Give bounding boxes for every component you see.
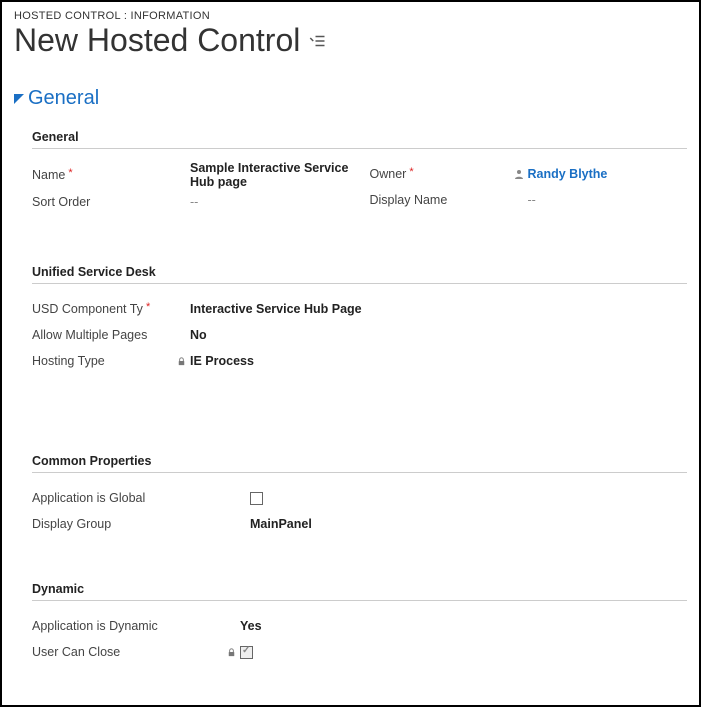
owner-label: Owner xyxy=(370,167,407,181)
general-subsection: General Name* Sample Interactive Service… xyxy=(14,130,687,215)
hosting-type-label: Hosting Type xyxy=(32,354,105,368)
app-global-field[interactable]: Application is Global xyxy=(32,485,687,511)
lock-icon xyxy=(172,356,190,367)
allow-multiple-field[interactable]: Allow Multiple Pages No xyxy=(32,322,687,348)
person-icon xyxy=(510,168,528,180)
allow-multiple-label: Allow Multiple Pages xyxy=(32,328,147,342)
display-group-label: Display Group xyxy=(32,517,111,531)
display-group-value: MainPanel xyxy=(250,517,687,531)
page-title: New Hosted Control xyxy=(14,22,300,59)
breadcrumb: HOSTED CONTROL : INFORMATION xyxy=(14,10,687,22)
display-group-field[interactable]: Display Group MainPanel xyxy=(32,511,687,537)
dynamic-subsection: Dynamic Application is Dynamic Yes User … xyxy=(14,582,687,665)
page-title-row: New Hosted Control xyxy=(14,22,687,59)
usd-component-field[interactable]: USD Component Ty* Interactive Service Hu… xyxy=(32,296,687,322)
sort-order-label: Sort Order xyxy=(32,195,90,209)
display-name-value: -- xyxy=(528,193,688,207)
owner-value[interactable]: Randy Blythe xyxy=(528,167,608,181)
form-selector-icon[interactable] xyxy=(308,32,326,50)
name-field[interactable]: Name* Sample Interactive Service Hub pag… xyxy=(32,161,350,189)
app-dynamic-field[interactable]: Application is Dynamic Yes xyxy=(32,613,687,639)
common-subsection: Common Properties Application is Global … xyxy=(14,454,687,537)
hosting-type-value: IE Process xyxy=(190,354,687,368)
name-label: Name xyxy=(32,168,65,182)
usd-component-value: Interactive Service Hub Page xyxy=(190,302,687,316)
usd-subsection-title: Unified Service Desk xyxy=(32,265,687,284)
section-header[interactable]: General xyxy=(14,87,687,110)
app-dynamic-label: Application is Dynamic xyxy=(32,619,158,633)
required-icon: * xyxy=(409,166,413,178)
required-icon: * xyxy=(68,167,72,179)
usd-component-label: USD Component Ty xyxy=(32,302,143,316)
owner-field[interactable]: Owner* Randy Blythe xyxy=(370,161,688,187)
required-icon: * xyxy=(146,301,150,313)
collapse-triangle-icon xyxy=(14,94,24,104)
user-can-close-label: User Can Close xyxy=(32,645,120,659)
display-name-label: Display Name xyxy=(370,193,448,207)
section-title: General xyxy=(28,87,99,110)
display-name-field[interactable]: Display Name -- xyxy=(370,187,688,213)
app-global-label: Application is Global xyxy=(32,491,145,505)
hosting-type-field: Hosting Type IE Process xyxy=(32,348,687,374)
sort-order-field[interactable]: Sort Order -- xyxy=(32,189,350,215)
app-dynamic-value: Yes xyxy=(240,619,687,633)
user-can-close-checkbox xyxy=(240,646,253,659)
general-subsection-title: General xyxy=(32,130,687,149)
allow-multiple-value: No xyxy=(190,328,687,342)
app-global-checkbox[interactable] xyxy=(250,492,263,505)
dynamic-subsection-title: Dynamic xyxy=(32,582,687,601)
common-subsection-title: Common Properties xyxy=(32,454,687,473)
sort-order-value: -- xyxy=(190,195,350,209)
lock-icon xyxy=(222,647,240,658)
usd-subsection: Unified Service Desk USD Component Ty* I… xyxy=(14,265,687,374)
name-value: Sample Interactive Service Hub page xyxy=(190,161,350,189)
user-can-close-field: User Can Close xyxy=(32,639,687,665)
